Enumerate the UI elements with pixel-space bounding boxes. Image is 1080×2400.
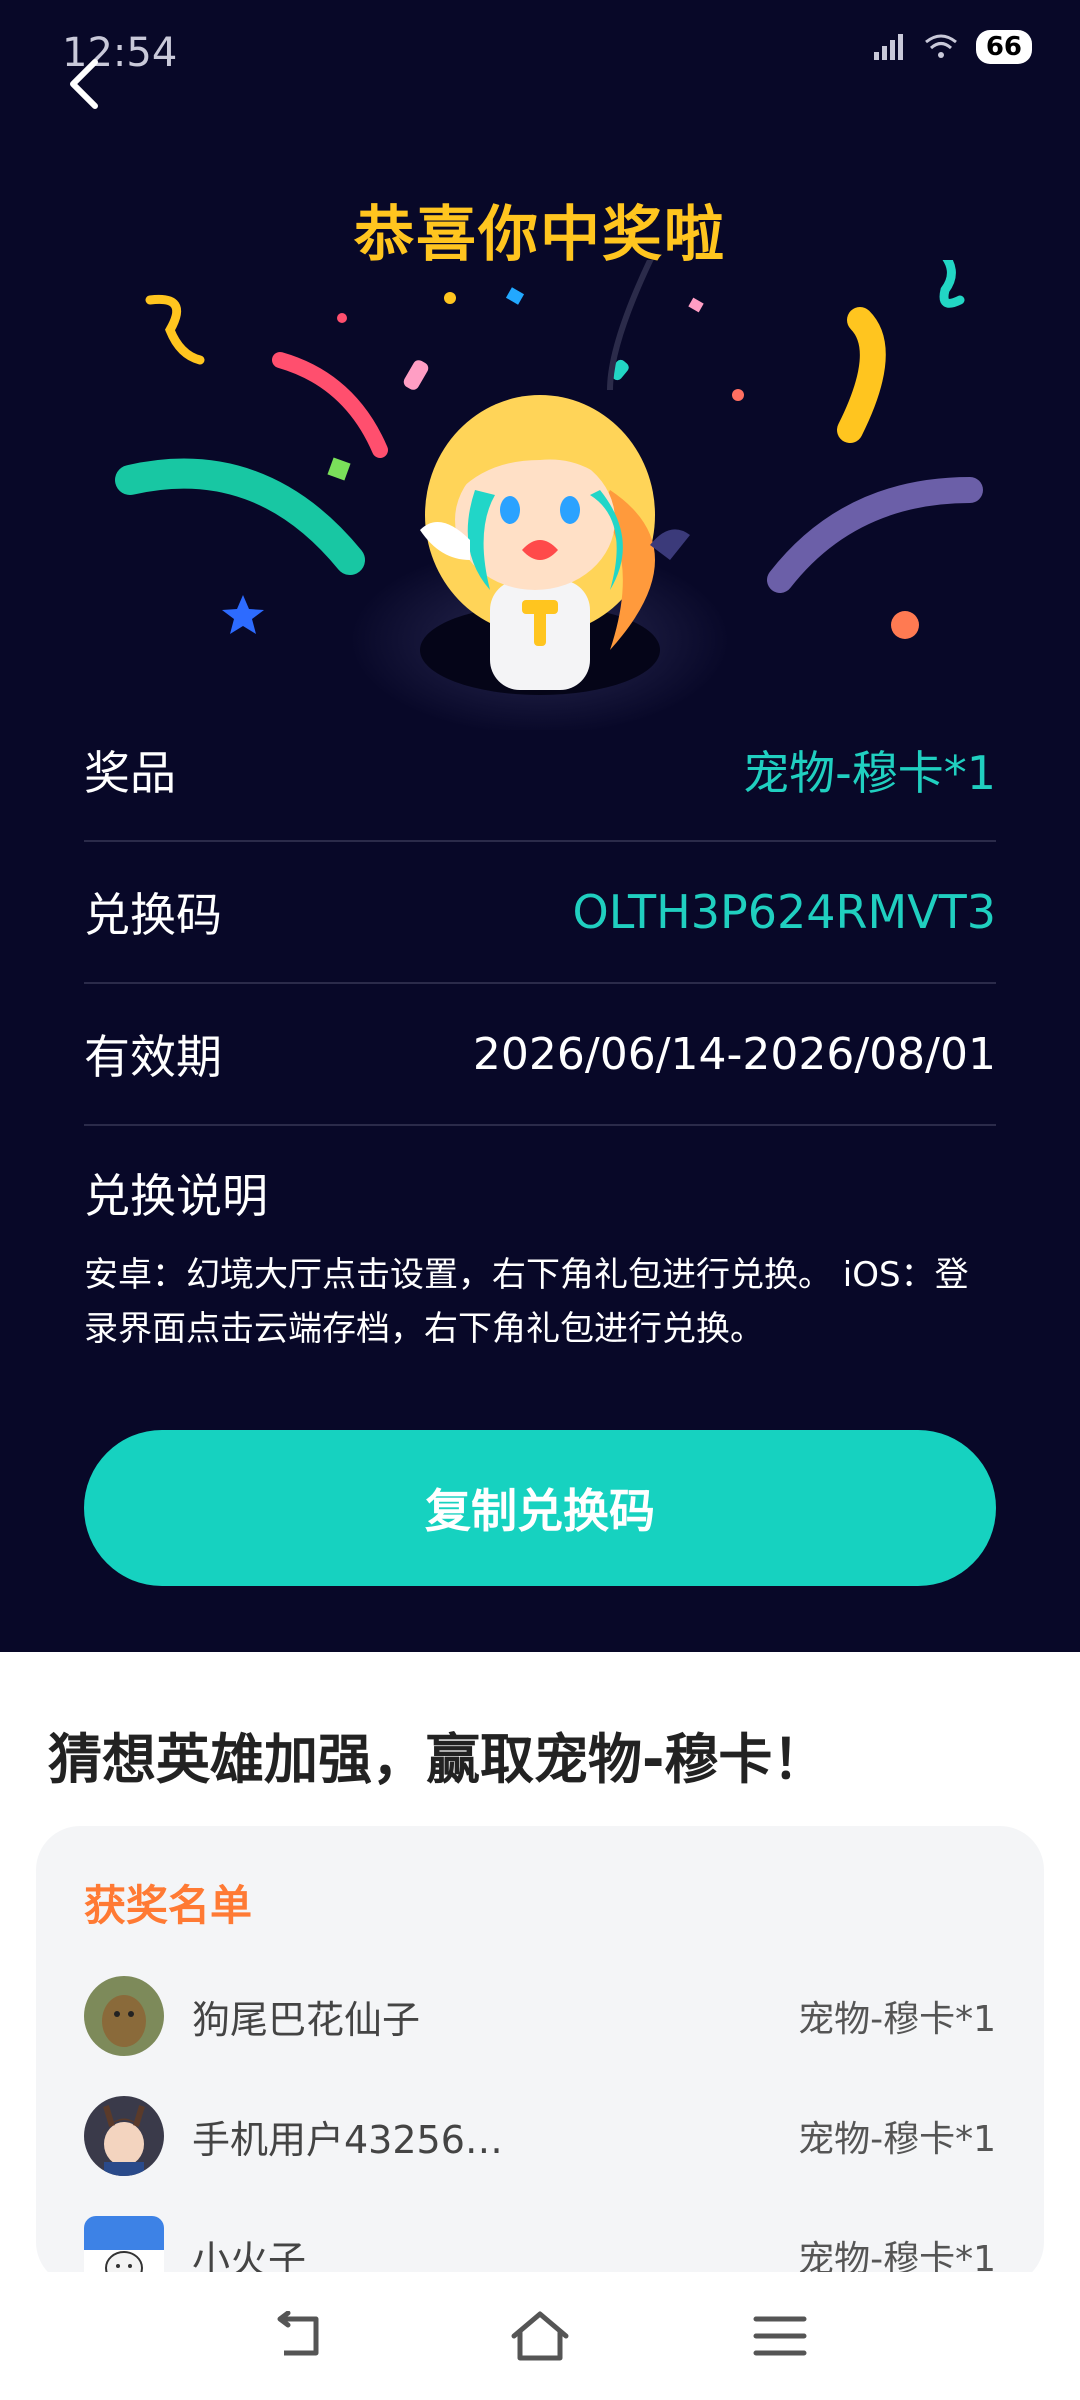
instructions-title: 兑换说明 [84, 1169, 268, 1223]
copy-code-button[interactable]: 复制兑换码 [84, 1430, 996, 1586]
system-nav-bar [0, 2272, 1080, 2400]
wifi-icon [924, 34, 957, 58]
redeem-code-label: 兑换码 [84, 888, 222, 942]
nav-home-button[interactable] [495, 2296, 585, 2376]
nav-back-button[interactable] [255, 2296, 345, 2376]
avatar [84, 1976, 164, 2056]
validity-row: 有效期 2026/06/14-2026/08/01 [84, 984, 996, 1126]
battery-indicator: 66 [975, 30, 1032, 64]
nav-menu-button[interactable] [735, 2296, 825, 2376]
instructions-text: 安卓：幻境大厅点击设置，右下角礼包进行兑换。 iOS：登录界面点击云端存档，右下… [84, 1255, 969, 1349]
nav-back-icon [277, 2311, 319, 2356]
prize-row: 奖品 宠物-穆卡*1 [84, 700, 996, 842]
winner-row: 手机用户43256… 宠物-穆卡*1 [84, 2091, 996, 2181]
prize-value: 宠物-穆卡*1 [743, 746, 996, 800]
redeem-code-row: 兑换码 OLTH3P624RMVT3 [84, 842, 996, 984]
winner-name: 手机用户43256… [192, 2117, 503, 2162]
winner-row: 狗尾巴花仙子 宠物-穆卡*1 [84, 1971, 996, 2061]
prize-label: 奖品 [84, 746, 176, 800]
back-button[interactable] [55, 52, 119, 116]
prize-info-list: 奖品 宠物-穆卡*1 兑换码 OLTH3P624RMVT3 有效期 2026/0… [84, 700, 996, 1126]
validity-value: 2026/06/14-2026/08/01 [472, 1028, 996, 1080]
validity-label: 有效期 [84, 1030, 222, 1084]
redeem-instructions: 兑换说明 安卓：幻境大厅点击设置，右下角礼包进行兑换。 iOS：登录界面点击云端… [84, 1160, 996, 1356]
winner-name: 狗尾巴花仙子 [192, 1997, 421, 2042]
promo-title: 猜想英雄加强，赢取宠物-穆卡！ [48, 1728, 827, 1791]
winner-prize: 宠物-穆卡*1 [798, 2119, 996, 2160]
status-icons: 66 [872, 30, 1032, 64]
mascot-celebration-illustration [115, 260, 983, 730]
back-arrow-icon [70, 59, 98, 109]
avatar [84, 2096, 164, 2176]
prize-panel: 12:54 66 恭喜你中奖啦 奖品 宠物-穆卡*1 兑换码 OLTH3P624… [0, 0, 1080, 1652]
home-icon [511, 2311, 569, 2361]
winner-prize: 宠物-穆卡*1 [798, 1999, 996, 2040]
menu-icon [753, 2316, 807, 2356]
winners-list-card: 获奖名单 狗尾巴花仙子 宠物-穆卡*1 手机用户43256… 宠物-穆卡*1 小… [36, 1826, 1044, 2286]
redeem-code-value[interactable]: OLTH3P624RMVT3 [573, 885, 996, 939]
signal-icon [873, 34, 903, 60]
status-bar: 12:54 66 [0, 0, 1080, 110]
winners-title: 获奖名单 [84, 1881, 253, 1930]
